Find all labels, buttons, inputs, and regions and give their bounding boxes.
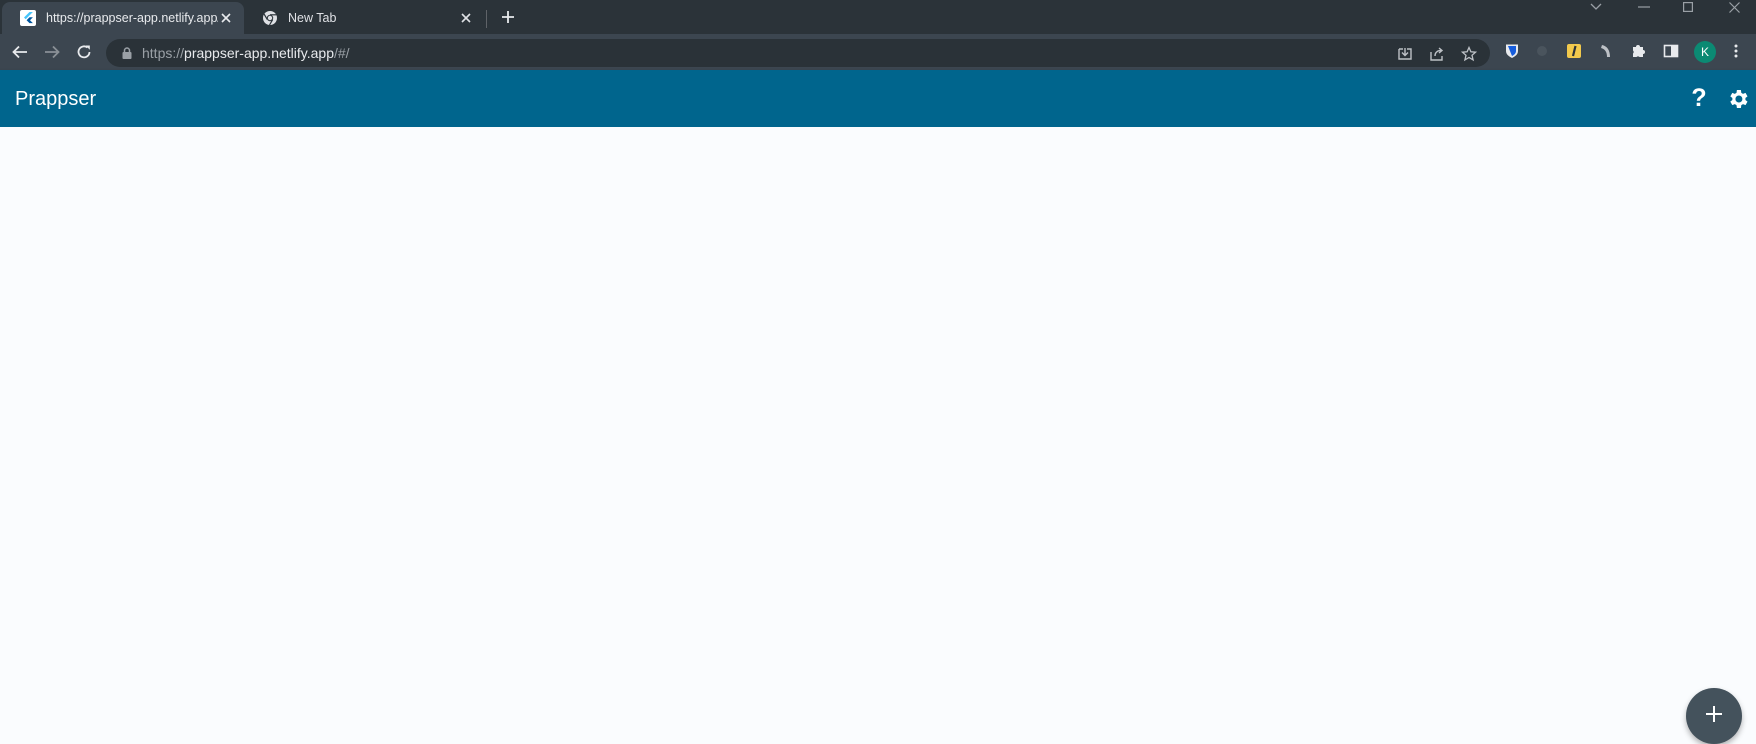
arrow-left-icon	[12, 45, 27, 59]
plus-icon	[502, 11, 514, 23]
tab-separator	[486, 10, 487, 28]
dimmed-extension-icon[interactable]	[1533, 42, 1551, 60]
app-bar: Prappser ?	[0, 70, 1756, 127]
yellow-extension-icon[interactable]	[1565, 42, 1583, 60]
gear-icon	[1730, 90, 1748, 108]
minimize-button[interactable]	[1624, 0, 1664, 14]
maximize-button[interactable]	[1668, 0, 1708, 14]
maximize-icon	[1683, 2, 1693, 12]
url-text: https://prappser-app.netlify.app/#/	[142, 45, 350, 61]
kebab-menu-icon[interactable]	[1727, 42, 1745, 60]
page-title: Prappser	[15, 88, 97, 110]
tab-strip: https://prappser-app.netlify.app/ New Ta…	[0, 0, 1756, 34]
main-content	[0, 127, 1756, 728]
puzzle-icon[interactable]	[1629, 42, 1647, 60]
share-icon[interactable]	[1428, 45, 1446, 63]
close-window-button[interactable]	[1714, 0, 1754, 14]
address-bar[interactable]: https://prappser-app.netlify.app/#/	[106, 39, 1490, 67]
chrome-icon	[263, 11, 277, 26]
close-tab-icon[interactable]	[458, 10, 474, 26]
close-icon	[1728, 1, 1740, 13]
tab-new-tab[interactable]: New Tab	[244, 2, 484, 34]
help-button[interactable]: ?	[1685, 84, 1713, 112]
profile-avatar[interactable]: K	[1694, 41, 1716, 63]
minimize-icon	[1638, 6, 1650, 8]
chevron-down-icon	[1590, 3, 1602, 10]
tab-search-button[interactable]	[1576, 0, 1616, 14]
flutter-icon	[20, 10, 36, 26]
new-tab-button[interactable]	[498, 7, 518, 27]
add-button[interactable]	[1686, 688, 1742, 744]
back-button[interactable]	[10, 42, 30, 62]
reload-button[interactable]	[74, 42, 94, 62]
settings-button[interactable]	[1724, 85, 1752, 113]
tab-prappser[interactable]: https://prappser-app.netlify.app/	[2, 2, 244, 34]
forward-button[interactable]	[42, 42, 62, 62]
arrow-right-icon	[45, 45, 60, 59]
bitwarden-extension-icon[interactable]	[1503, 42, 1521, 60]
plus-icon	[1706, 706, 1722, 722]
lock-icon[interactable]	[120, 46, 134, 60]
side-panel-icon[interactable]	[1662, 42, 1680, 60]
reload-icon	[77, 45, 91, 59]
grey-extension-icon[interactable]	[1597, 42, 1615, 60]
install-app-icon[interactable]	[1396, 45, 1414, 63]
tab-title: New Tab	[288, 11, 337, 25]
tab-title: https://prappser-app.netlify.app/	[46, 11, 218, 25]
browser-toolbar: https://prappser-app.netlify.app/#/	[0, 34, 1756, 70]
bookmark-star-icon[interactable]	[1460, 45, 1478, 63]
close-tab-icon[interactable]	[218, 10, 234, 26]
